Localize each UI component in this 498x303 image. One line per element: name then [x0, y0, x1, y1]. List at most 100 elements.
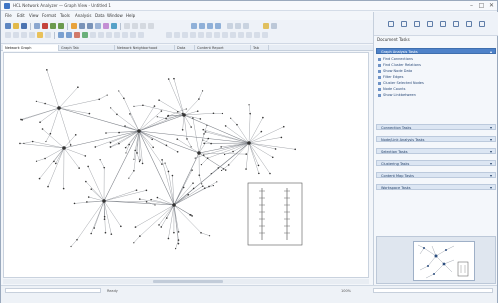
graph-node[interactable] [39, 121, 41, 123]
graph-node[interactable] [118, 90, 120, 92]
graph-node[interactable] [109, 146, 112, 148]
scrollbar-thumb[interactable] [153, 280, 223, 283]
graph-node[interactable] [86, 201, 88, 203]
menu-analysis[interactable]: Analysis [75, 13, 91, 18]
graph-node[interactable] [123, 97, 125, 100]
graph-node[interactable] [192, 187, 195, 190]
graph-node[interactable] [202, 154, 205, 156]
forward-icon[interactable] [401, 21, 407, 27]
tab-network-graph[interactable]: Network Graph [3, 45, 59, 51]
graph-node[interactable] [106, 94, 108, 96]
graph-node[interactable] [236, 123, 238, 126]
graph-node[interactable] [158, 99, 160, 101]
graph-node[interactable] [201, 185, 204, 187]
graph-node[interactable] [186, 138, 188, 140]
group-icon[interactable] [106, 32, 112, 38]
tab-content-report[interactable]: Content Report [195, 45, 251, 51]
graph-node[interactable] [136, 152, 138, 154]
graph-node[interactable] [125, 152, 127, 154]
filter-icon[interactable] [111, 23, 117, 29]
graph-node[interactable] [201, 183, 203, 185]
graph-node[interactable] [152, 146, 154, 149]
graph-node[interactable] [118, 131, 120, 134]
graph-node[interactable] [221, 112, 224, 115]
graph-node[interactable] [212, 112, 215, 115]
graph-node[interactable] [145, 189, 148, 192]
graph-node[interactable] [70, 245, 72, 248]
graph-node[interactable] [41, 128, 44, 130]
graph-node[interactable] [74, 134, 77, 136]
panel-workspace-tasks[interactable]: Workspace Tasks ▾ [376, 184, 496, 190]
refresh-icon[interactable] [45, 32, 51, 38]
graph-node[interactable] [167, 78, 170, 80]
export-icon[interactable] [122, 32, 128, 38]
expand-icon[interactable] [58, 32, 64, 38]
graph-node[interactable] [175, 248, 177, 250]
graph-thumbnail[interactable] [413, 241, 475, 281]
graph-node[interactable] [38, 177, 41, 180]
graph-node[interactable] [87, 165, 89, 168]
tab-graph[interactable]: Graph Tab [59, 45, 115, 51]
graph-node[interactable] [232, 150, 234, 153]
graph-node[interactable] [172, 203, 176, 207]
graph-node[interactable] [257, 164, 260, 167]
menu-help[interactable]: Help [126, 13, 135, 18]
save-icon[interactable] [21, 23, 27, 29]
node-icon[interactable] [148, 23, 154, 29]
graph-node[interactable] [176, 150, 179, 153]
layout-icon[interactable] [95, 23, 101, 29]
grid-icon[interactable] [191, 23, 197, 29]
menu-tools[interactable]: Tools [60, 13, 70, 18]
graph-node[interactable] [21, 119, 24, 121]
graph-node[interactable] [139, 159, 141, 161]
network-graph[interactable] [4, 53, 369, 278]
panel-selection-tasks[interactable]: Selection Tasks ▾ [376, 148, 496, 154]
tab-extra[interactable]: Tab [251, 45, 269, 51]
graph-node[interactable] [31, 140, 34, 143]
task-link[interactable]: Find Connections [383, 57, 413, 61]
graph-node[interactable] [142, 104, 144, 107]
graph-node[interactable] [46, 69, 48, 71]
graph-node[interactable] [78, 167, 80, 169]
graph-node[interactable] [116, 113, 118, 116]
graph-node[interactable] [57, 106, 61, 110]
graph-node[interactable] [85, 180, 87, 183]
redo-icon[interactable] [58, 23, 64, 29]
task-link[interactable]: Find Cluster Relations [383, 63, 421, 67]
menu-window[interactable]: Window [107, 13, 123, 18]
graph-node[interactable] [182, 113, 186, 117]
graph-node[interactable] [269, 172, 271, 175]
show-icon[interactable] [82, 32, 88, 38]
menu-data[interactable]: Data [95, 13, 105, 18]
graph-node[interactable] [171, 174, 174, 177]
graph-node[interactable] [110, 233, 113, 235]
graph-node[interactable] [23, 142, 25, 144]
color-icon[interactable] [243, 23, 249, 29]
graph-node[interactable] [191, 169, 193, 171]
arrange-icon[interactable] [90, 32, 96, 38]
panel-clustering-tasks[interactable]: Clustering Tasks ▾ [376, 160, 496, 166]
cut-icon[interactable] [5, 32, 11, 38]
menu-view[interactable]: View [29, 13, 39, 18]
note-icon[interactable] [206, 32, 212, 38]
graph-node[interactable] [103, 215, 106, 218]
graph-node[interactable] [282, 125, 285, 128]
graph-node[interactable] [248, 104, 250, 106]
panel-content-map-tasks[interactable]: Content Map Tasks ▾ [376, 172, 496, 178]
graph-node[interactable] [224, 169, 227, 171]
minimize-button[interactable]: – [467, 2, 476, 9]
graph-node[interactable] [201, 90, 204, 92]
copy-icon[interactable] [13, 32, 19, 38]
graph-node[interactable] [167, 237, 170, 240]
graph-node[interactable] [181, 128, 184, 131]
graph-node[interactable] [216, 181, 218, 183]
align-icon[interactable] [235, 23, 241, 29]
graph-node[interactable] [156, 116, 158, 118]
ungroup-icon[interactable] [114, 32, 120, 38]
zoom-in-icon[interactable] [79, 23, 85, 29]
graph-node[interactable] [62, 146, 66, 150]
graph-node[interactable] [210, 172, 212, 175]
pan-icon[interactable] [132, 23, 138, 29]
delete-icon[interactable] [42, 23, 48, 29]
timeline-icon[interactable] [214, 32, 220, 38]
